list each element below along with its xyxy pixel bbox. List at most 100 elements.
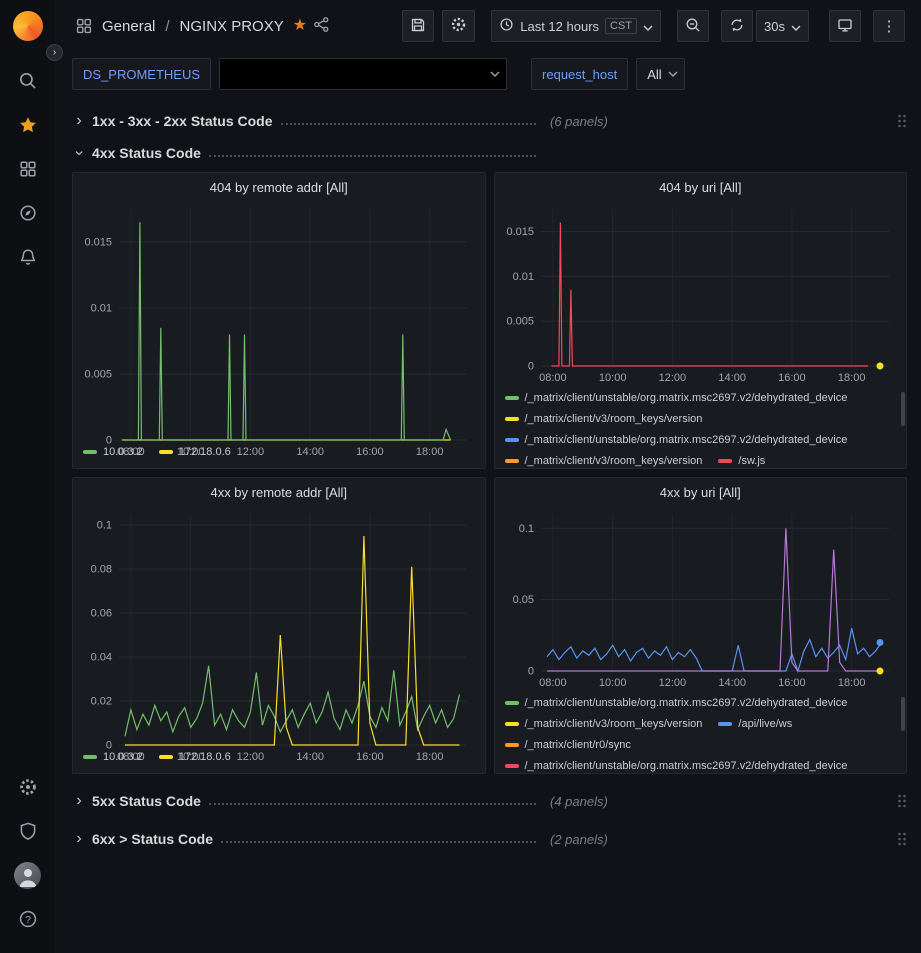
legend-label: /_matrix/client/r0/sync bbox=[525, 735, 631, 755]
share-icon bbox=[313, 16, 330, 36]
svg-text:16:00: 16:00 bbox=[356, 446, 384, 458]
sidebar-item-alerting[interactable] bbox=[0, 235, 55, 279]
legend-item[interactable]: /_matrix/client/unstable/org.matrix.msc2… bbox=[505, 430, 848, 450]
row-drag-handle[interactable] bbox=[897, 113, 907, 129]
breadcrumb: General / NGINX PROXY bbox=[102, 18, 284, 35]
more-options-button[interactable]: ⋮ bbox=[873, 10, 905, 42]
share-button[interactable] bbox=[310, 13, 333, 39]
row-6xx[interactable]: › 6xx > Status Code (2 panels) bbox=[72, 824, 907, 854]
row-5xx[interactable]: › 5xx Status Code (4 panels) bbox=[72, 786, 907, 816]
gear-icon bbox=[18, 777, 38, 797]
cycle-view-mode-button[interactable] bbox=[829, 10, 861, 42]
sidebar-item-settings[interactable] bbox=[0, 765, 55, 809]
chevron-down-icon bbox=[484, 71, 506, 77]
series-color-swatch bbox=[505, 764, 519, 768]
legend-label: /_matrix/client/v3/room_keys/version bbox=[525, 409, 703, 429]
dotted-leader bbox=[281, 123, 536, 125]
legend-item[interactable]: /api/live/ws bbox=[718, 714, 792, 734]
main-area: General / NGINX PROXY ★ bbox=[55, 0, 921, 953]
svg-text:0: 0 bbox=[106, 435, 112, 447]
variable-datasource-select[interactable] bbox=[219, 58, 507, 90]
legend-item[interactable]: /_matrix/client/unstable/org.matrix.msc2… bbox=[505, 756, 848, 773]
header-actions: Last 12 hours CST 30s bbox=[402, 10, 905, 42]
series-color-swatch bbox=[505, 438, 519, 442]
dashboard-header: General / NGINX PROXY ★ bbox=[55, 0, 921, 52]
refresh-button[interactable] bbox=[721, 10, 753, 42]
panel-title[interactable]: 4xx by remote addr [All] bbox=[73, 478, 485, 506]
row-title: 5xx Status Code bbox=[92, 793, 201, 809]
star-filled-icon: ★ bbox=[293, 18, 307, 34]
sidebar-item-starred[interactable] bbox=[0, 103, 55, 147]
svg-text:0.015: 0.015 bbox=[84, 237, 112, 249]
search-icon bbox=[18, 71, 38, 91]
svg-text:14:00: 14:00 bbox=[296, 751, 324, 763]
series-color-swatch bbox=[505, 396, 519, 400]
svg-text:0.06: 0.06 bbox=[91, 608, 112, 620]
panel-title[interactable]: 404 by remote addr [All] bbox=[73, 173, 485, 201]
row-header-left: › 4xx Status Code bbox=[72, 144, 544, 162]
panel-title[interactable]: 404 by uri [All] bbox=[495, 173, 907, 201]
refresh-interval-dropdown[interactable]: 30s bbox=[756, 10, 809, 42]
time-range-picker[interactable]: Last 12 hours CST bbox=[491, 10, 661, 42]
row-4xx[interactable]: › 4xx Status Code bbox=[72, 138, 907, 168]
sidebar-expand-button[interactable]: › bbox=[46, 44, 63, 61]
time-series-chart[interactable]: 00.050.108:0010:0012:0014:0016:0018:00 bbox=[499, 506, 903, 691]
grafana-logo[interactable] bbox=[13, 11, 43, 41]
row-drag-handle[interactable] bbox=[897, 831, 907, 847]
legend-item[interactable]: /_matrix/client/unstable/org.matrix.msc2… bbox=[505, 388, 848, 408]
svg-text:10:00: 10:00 bbox=[598, 677, 626, 689]
sidebar-item-explore[interactable] bbox=[0, 191, 55, 235]
row-1xx-3xx-2xx[interactable]: › 1xx - 3xx - 2xx Status Code (6 panels) bbox=[72, 106, 907, 136]
legend-item[interactable]: /_matrix/client/v3/room_keys/version bbox=[505, 451, 703, 468]
svg-text:0: 0 bbox=[527, 361, 533, 373]
legend-label: /_matrix/client/v3/room_keys/version bbox=[525, 451, 703, 468]
legend-item[interactable]: /sw.js bbox=[718, 451, 765, 468]
panel-grid: 404 by remote addr [All] 00.0050.010.015… bbox=[72, 172, 907, 774]
svg-text:08:00: 08:00 bbox=[117, 751, 145, 763]
panel-404-by-uri: 404 by uri [All] 00.0050.010.01508:0010:… bbox=[494, 172, 908, 469]
sidebar-item-search[interactable] bbox=[0, 59, 55, 103]
sidebar-item-dashboards[interactable] bbox=[0, 147, 55, 191]
favorite-star-button[interactable]: ★ bbox=[290, 15, 310, 37]
time-series-chart[interactable]: 00.0050.010.01508:0010:0012:0014:0016:00… bbox=[77, 201, 481, 440]
breadcrumb-title[interactable]: NGINX PROXY bbox=[180, 18, 284, 35]
variable-datasource-label[interactable]: DS_PROMETHEUS bbox=[72, 58, 211, 90]
svg-text:16:00: 16:00 bbox=[778, 677, 806, 689]
legend-item[interactable]: /_matrix/client/unstable/org.matrix.msc2… bbox=[505, 693, 848, 713]
chart-legend: /_matrix/client/unstable/org.matrix.msc2… bbox=[495, 691, 907, 773]
sidebar-item-server-admin[interactable] bbox=[0, 809, 55, 853]
chevron-down-icon: › bbox=[70, 146, 88, 160]
row-drag-handle[interactable] bbox=[897, 793, 907, 809]
dotted-leader bbox=[209, 803, 536, 805]
svg-text:10:00: 10:00 bbox=[177, 446, 205, 458]
svg-text:0: 0 bbox=[106, 740, 112, 752]
variable-request-host-select[interactable]: All bbox=[636, 58, 684, 90]
dashboard-settings-button[interactable] bbox=[442, 10, 475, 42]
legend-item[interactable]: /_matrix/client/r0/sync bbox=[505, 735, 631, 755]
variable-request-host-label[interactable]: request_host bbox=[531, 58, 628, 90]
panel-4xx-by-remote-addr: 4xx by remote addr [All] 00.020.040.060.… bbox=[72, 477, 486, 774]
legend-scrollbar[interactable] bbox=[901, 392, 905, 426]
sidebar-item-profile[interactable] bbox=[0, 853, 55, 897]
zoom-out-button[interactable] bbox=[677, 10, 709, 42]
svg-text:0.01: 0.01 bbox=[512, 271, 533, 283]
legend-scrollbar[interactable] bbox=[901, 697, 905, 731]
save-dashboard-button[interactable] bbox=[402, 10, 434, 42]
monitor-icon bbox=[837, 17, 853, 36]
breadcrumb-section[interactable]: General bbox=[102, 18, 155, 35]
time-series-chart[interactable]: 00.0050.010.01508:0010:0012:0014:0016:00… bbox=[499, 201, 903, 386]
timezone-badge: CST bbox=[605, 18, 637, 34]
panel-title[interactable]: 4xx by uri [All] bbox=[495, 478, 907, 506]
apps-grid-icon bbox=[72, 14, 96, 38]
legend-item[interactable]: /_matrix/client/v3/room_keys/version bbox=[505, 409, 703, 429]
legend-label: /_matrix/client/unstable/org.matrix.msc2… bbox=[525, 388, 848, 408]
legend-label: /sw.js bbox=[738, 451, 765, 468]
sidebar-item-help[interactable]: ? bbox=[0, 897, 55, 941]
svg-text:0: 0 bbox=[527, 666, 533, 678]
compass-icon bbox=[18, 203, 38, 223]
request-host-value: All bbox=[637, 67, 661, 82]
svg-text:0.1: 0.1 bbox=[97, 520, 112, 532]
row-title: 1xx - 3xx - 2xx Status Code bbox=[92, 113, 273, 129]
time-series-chart[interactable]: 00.020.040.060.080.108:0010:0012:0014:00… bbox=[77, 506, 481, 745]
legend-item[interactable]: /_matrix/client/v3/room_keys/version bbox=[505, 714, 703, 734]
